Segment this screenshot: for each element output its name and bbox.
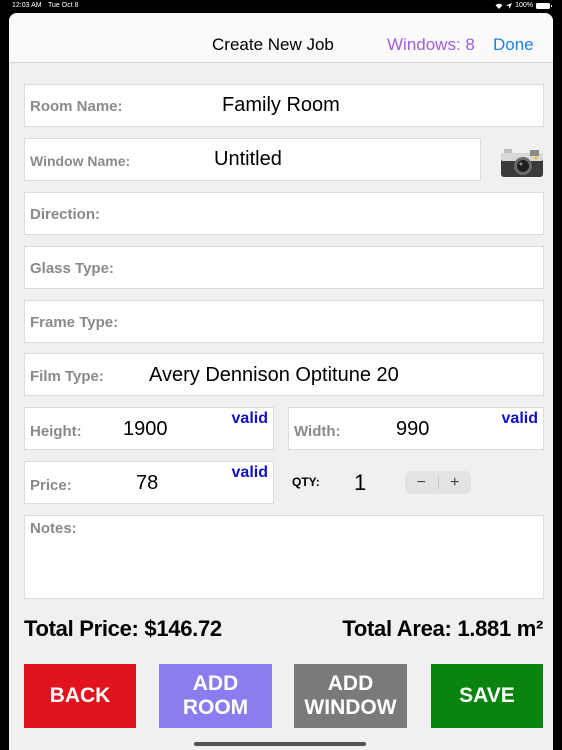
location-icon: [506, 2, 513, 9]
room-name-label: Room Name:: [30, 98, 123, 115]
status-bar: 12:03 AM Tue Oct 8 100%: [0, 0, 562, 14]
status-time: 12:03 AM: [12, 2, 42, 9]
windows-count-button[interactable]: Windows: 8: [387, 35, 475, 55]
height-field[interactable]: Height: 1900 valid: [24, 407, 274, 450]
direction-field[interactable]: Direction:: [24, 192, 544, 235]
window-name-field[interactable]: Window Name: Untitled: [24, 138, 481, 181]
width-valid-badge: valid: [501, 410, 538, 427]
width-value: 990: [396, 418, 430, 440]
decrement-button[interactable]: −: [405, 471, 438, 494]
glass-type-field[interactable]: Glass Type:: [24, 246, 544, 289]
direction-label: Direction:: [30, 206, 101, 223]
film-type-field[interactable]: Film Type: Avery Dennison Optitune 20: [24, 353, 544, 396]
frame-type-label: Frame Type:: [30, 314, 119, 331]
wifi-icon: [495, 3, 503, 9]
increment-button[interactable]: +: [439, 471, 472, 494]
film-type-label: Film Type:: [30, 368, 104, 385]
status-right: 100%: [495, 2, 552, 9]
price-field[interactable]: Price: 78 valid: [24, 461, 274, 504]
add-window-button-label: ADD WINDOW: [304, 672, 397, 719]
film-type-value: Avery Dennison Optitune 20: [149, 364, 399, 386]
add-room-button[interactable]: ADD ROOM: [159, 664, 272, 728]
total-price: Total Price: $146.72: [24, 616, 222, 641]
quantity-value: 1: [354, 470, 367, 495]
done-button[interactable]: Done: [493, 35, 534, 55]
room-name-field[interactable]: Room Name: Family Room: [24, 84, 544, 127]
save-button-label: SAVE: [459, 684, 515, 707]
back-button[interactable]: BACK: [24, 664, 136, 728]
price-label: Price:: [30, 477, 72, 494]
notes-field[interactable]: Notes:: [24, 515, 544, 599]
total-area: Total Area: 1.881 m²: [342, 616, 543, 641]
home-indicator[interactable]: [194, 742, 366, 746]
width-field[interactable]: Width: 990 valid: [288, 407, 544, 450]
back-button-label: BACK: [49, 684, 111, 707]
price-valid-badge: valid: [231, 464, 268, 481]
add-window-button[interactable]: ADD WINDOW: [294, 664, 407, 728]
quantity-stepper[interactable]: − +: [405, 471, 471, 494]
window-name-label: Window Name:: [30, 153, 131, 169]
frame-type-field[interactable]: Frame Type:: [24, 300, 544, 343]
quantity-label: QTY:: [292, 475, 320, 489]
navigation-bar: Create New Job Windows: 8 Done: [9, 13, 553, 63]
add-room-button-label: ADD ROOM: [182, 672, 249, 719]
height-valid-badge: valid: [231, 410, 268, 427]
notes-label: Notes:: [30, 520, 77, 537]
battery-percent: 100%: [515, 2, 533, 9]
status-date: Tue Oct 8: [48, 2, 79, 9]
camera-icon[interactable]: [500, 146, 544, 178]
room-name-value: Family Room: [222, 94, 340, 116]
create-job-sheet: Create New Job Windows: 8 Done Room Name…: [9, 13, 553, 750]
window-name-value: Untitled: [214, 148, 282, 170]
glass-type-label: Glass Type:: [30, 260, 114, 277]
width-label: Width:: [294, 423, 341, 440]
battery-icon: [536, 2, 552, 9]
height-value: 1900: [123, 418, 168, 440]
price-value: 78: [136, 472, 159, 494]
height-label: Height:: [30, 423, 82, 440]
save-button[interactable]: SAVE: [431, 664, 543, 728]
page-title: Create New Job: [212, 35, 334, 54]
